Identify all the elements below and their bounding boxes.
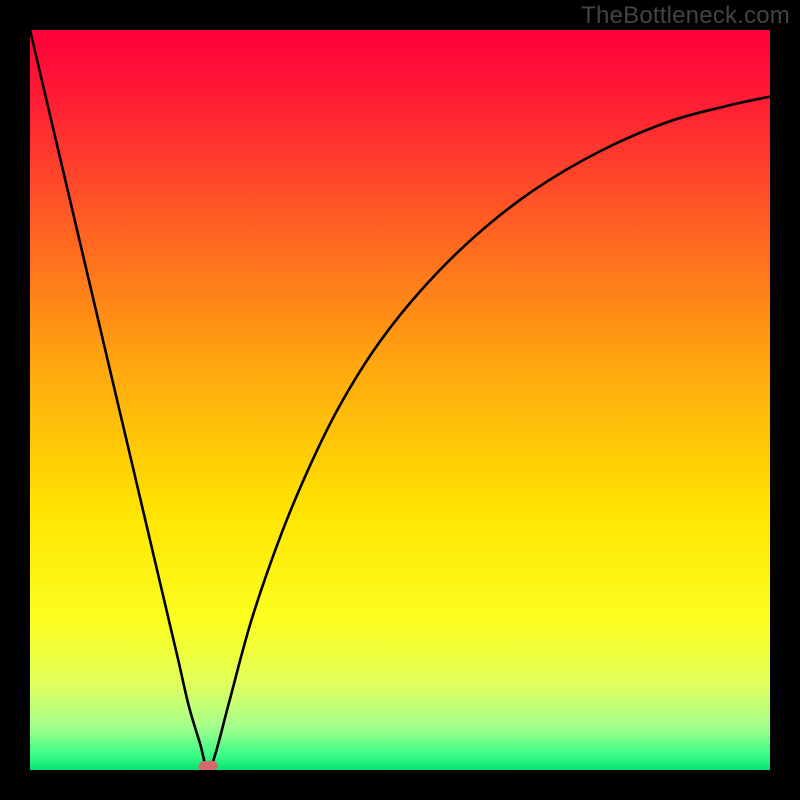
watermark-text: TheBottleneck.com (581, 2, 790, 30)
chart-container: TheBottleneck.com (0, 0, 800, 800)
plot-area (30, 30, 770, 770)
optimal-point-marker (197, 759, 219, 770)
curve-layer (30, 30, 770, 770)
bottleneck-curve (30, 30, 770, 770)
